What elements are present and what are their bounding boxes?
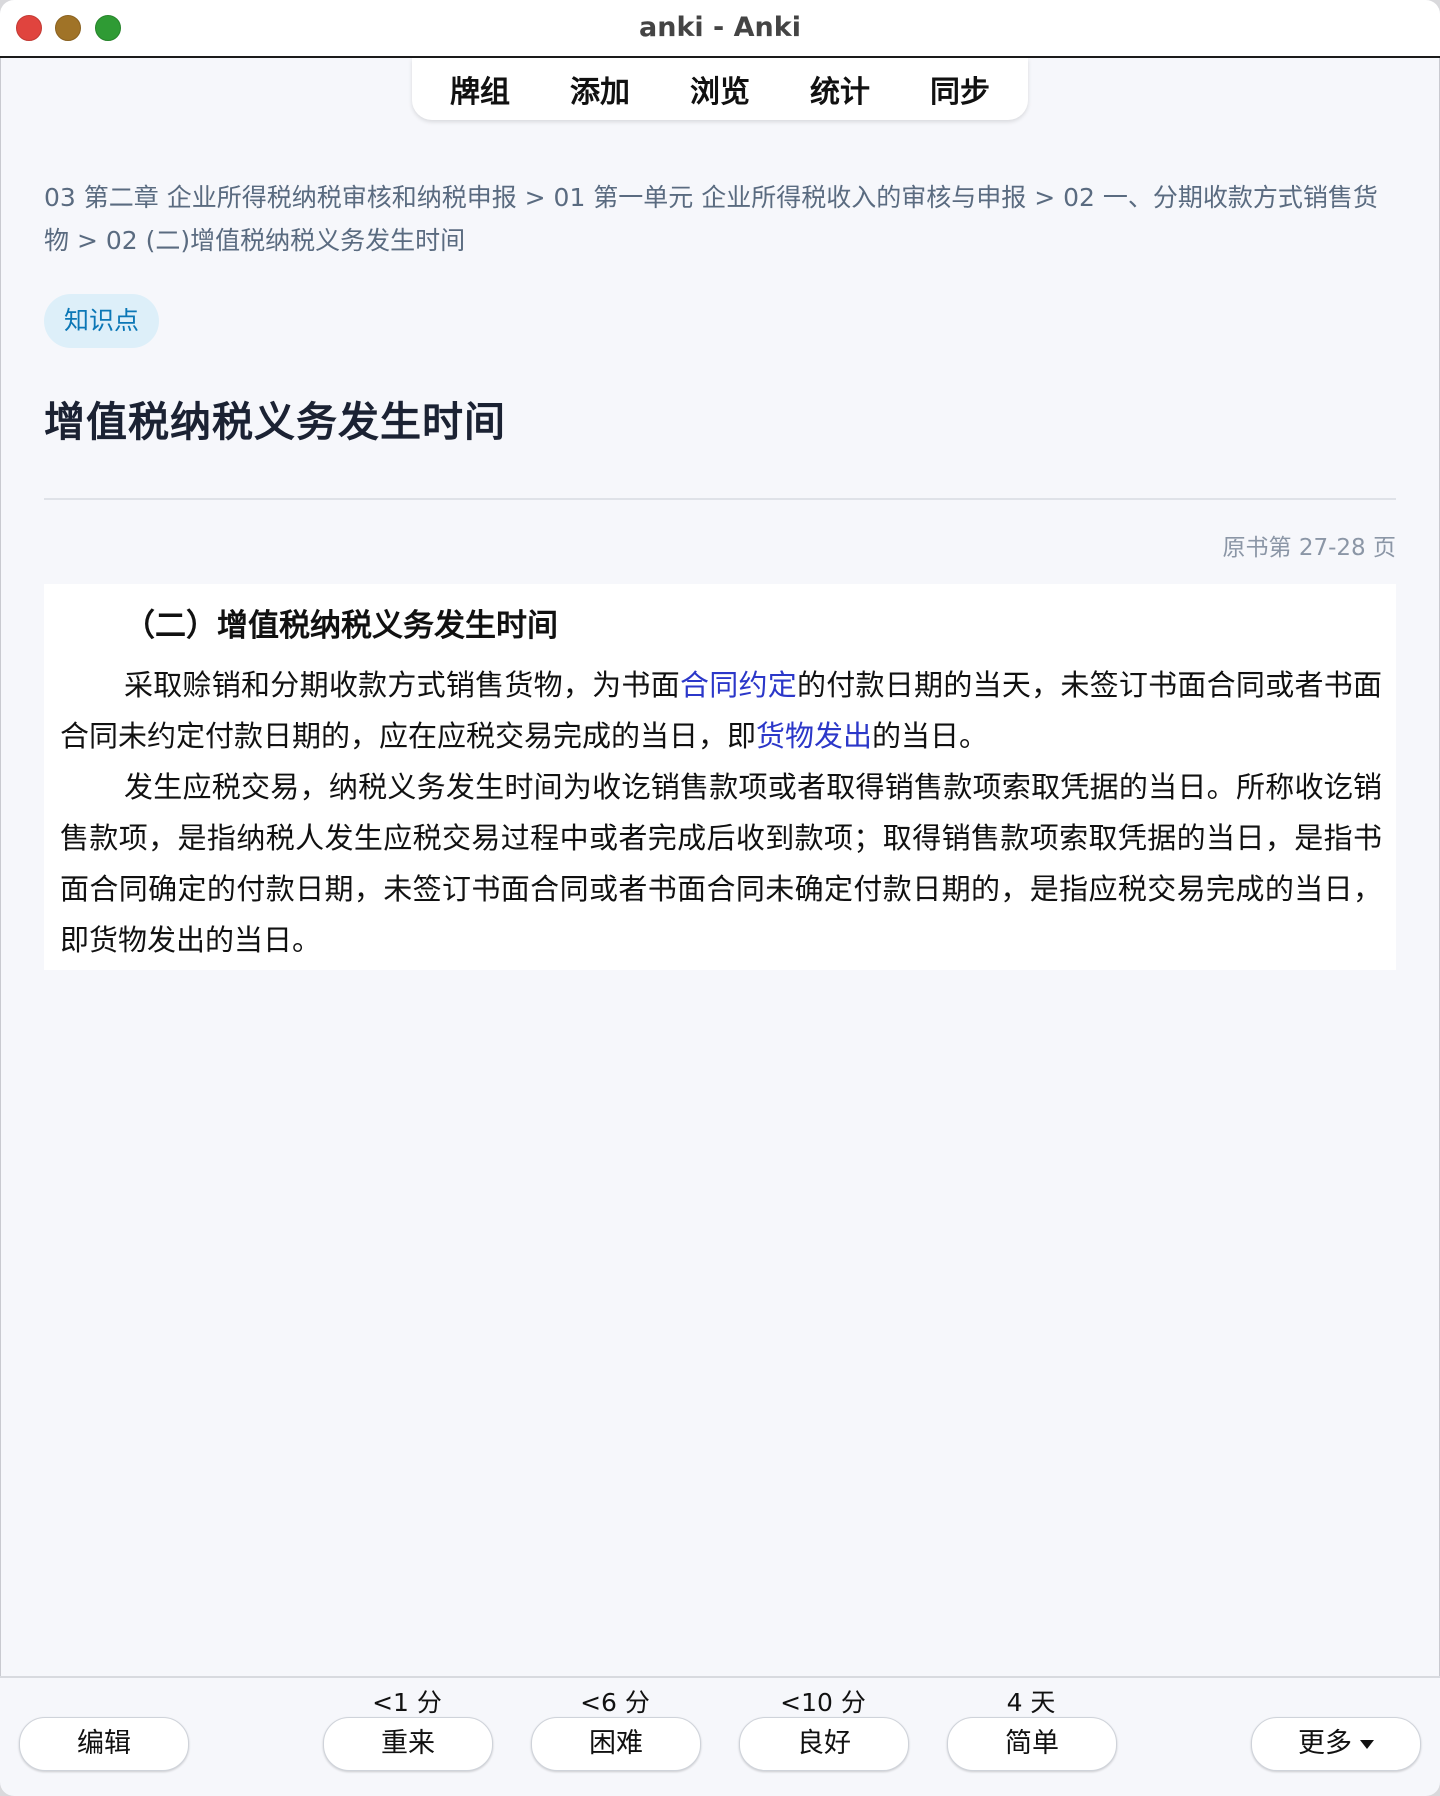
title-bar: anki - Anki — [0, 0, 1440, 58]
caret-down-icon — [1360, 1740, 1374, 1749]
highlight-goods-shipped: 货物发出 — [756, 719, 873, 753]
tab-browse[interactable]: 浏览 — [660, 67, 780, 111]
window-title: anki - Anki — [639, 12, 801, 43]
card-tag-badge: 知识点 — [44, 294, 160, 348]
interval-hard: <6 分 — [580, 1688, 650, 1717]
book-excerpt-image: （二）增值税纳税义务发生时间 采取赊销和分期收款方式销售货物，为书面合同约定的付… — [44, 584, 1396, 970]
main-toolbar: 牌组 添加 浏览 统计 同步 — [412, 58, 1028, 120]
tab-add[interactable]: 添加 — [540, 67, 660, 111]
easy-button[interactable]: 简单 — [947, 1717, 1117, 1771]
tab-stats[interactable]: 统计 — [780, 67, 900, 111]
more-button-label: 更多 — [1298, 1728, 1352, 1759]
interval-again: <1 分 — [372, 1688, 442, 1717]
answer-bar — [0, 1676, 1440, 1796]
anki-window: anki - Anki 牌组 添加 浏览 统计 同步 03 第二章 企业所得税纳… — [0, 0, 1440, 1796]
breadcrumb: 03 第二章 企业所得税纳税审核和纳税申报 > 01 第一单元 企业所得税收入的… — [44, 183, 1378, 255]
excerpt-paragraph-2: 发生应税交易，纳税义务发生时间为收讫销售款项或者取得销售款项索取凭据的当日。所称… — [60, 770, 1382, 957]
page-reference: 原书第 27-28 页 — [1222, 535, 1396, 561]
good-button[interactable]: 良好 — [739, 1717, 909, 1771]
edit-button[interactable]: 编辑 — [19, 1717, 189, 1771]
divider — [44, 498, 1396, 500]
highlight-contract-agreed: 合同约定 — [679, 668, 798, 702]
card-content: 03 第二章 企业所得税纳税审核和纳税申报 > 01 第一单元 企业所得税收入的… — [44, 176, 1396, 970]
more-button[interactable]: 更多 — [1251, 1717, 1421, 1771]
again-button[interactable]: 重来 — [323, 1717, 493, 1771]
interval-good: <10 分 — [780, 1688, 866, 1717]
card-title: 增值税纳税义务发生时间 — [44, 398, 506, 446]
tab-sync[interactable]: 同步 — [900, 67, 1020, 111]
hard-button[interactable]: 困难 — [531, 1717, 701, 1771]
tab-decks[interactable]: 牌组 — [420, 67, 540, 111]
excerpt-paragraph-1: 采取赊销和分期收款方式销售货物，为书面合同约定的付款日期的当天，未签订书面合同或… — [60, 668, 1382, 753]
excerpt-heading: （二）增值税纳税义务发生时间 — [124, 608, 558, 644]
interval-easy: 4 天 — [1006, 1688, 1056, 1717]
